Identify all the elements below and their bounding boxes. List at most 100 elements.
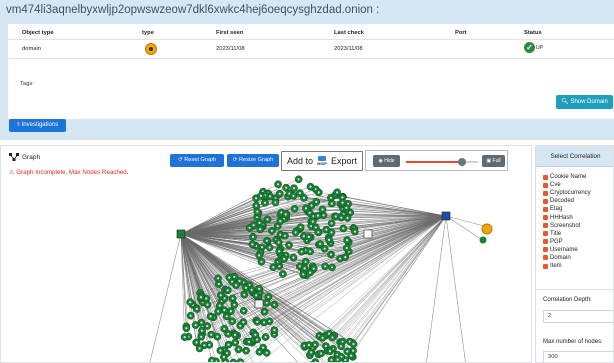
graph-node-glyph [200,329,203,332]
graph-node-glyph [250,288,253,291]
correlation-divider [536,289,613,290]
correlation-checkbox-screenshot[interactable]: Screenshot [543,222,591,230]
graph-node-glyph [308,211,311,214]
correlation-checkbox-etag[interactable]: Etag [543,205,591,213]
graph-node-glyph [225,315,228,318]
graph-node-glyph [307,235,310,238]
graph-node-glyph [263,310,266,313]
graph-node-glyph [300,250,303,253]
correlation-checkbox-title[interactable]: Title [543,230,591,238]
graph-node-glyph [258,287,261,290]
hub-node-decoded[interactable] [176,229,186,239]
onion-domain-node[interactable] [481,223,493,235]
checkbox-checked-icon[interactable] [543,247,548,253]
checkbox-checked-icon[interactable] [543,206,548,212]
add-to-label: Add to [286,156,313,166]
correlation-checkbox-domain[interactable]: Domain [543,254,591,262]
size-slider-handle[interactable] [458,158,467,166]
graph-node-glyph [244,286,248,289]
graph-node-glyph [262,321,266,324]
graph-node-glyph [264,335,267,339]
graph-node-glyph [324,345,327,348]
correlation-checkbox-hhhash[interactable]: HHHash [543,213,591,221]
hub-node-screenshot[interactable] [363,229,373,239]
graph-node-glyph [284,213,287,216]
checkbox-checked-icon[interactable] [543,239,548,245]
graph-node-glyph [195,307,198,311]
reset-graph-button[interactable]: ↺ Reset Graph [170,154,224,167]
correlation-graph[interactable] [1,146,531,362]
hub-node-domain[interactable] [441,211,451,221]
graph-node-glyph [258,350,261,353]
graph-node-glyph [260,260,263,263]
graph-node-glyph [237,348,240,351]
graph-node-glyph [346,350,349,353]
graph-node-glyph [255,197,258,200]
graph-node-glyph [309,250,312,253]
correlation-checkbox-label: Decoded [550,198,575,205]
graph-node-glyph [238,279,241,283]
graph-node-glyph [353,230,356,233]
resize-graph-button[interactable]: ⟳ Resize Graph [227,154,279,167]
column-header-status: Status [524,30,542,36]
graph-node-glyph [227,332,230,335]
checkbox-checked-icon[interactable] [543,198,548,204]
graph-node-glyph [233,275,236,278]
full-button[interactable]: ▣ Full [482,155,505,167]
correlation-depth-input[interactable]: 2 [543,310,613,323]
correlation-checkbox-label: Item [550,263,562,270]
graph-node-glyph [272,266,275,269]
graph-node-glyph [256,338,259,341]
correlation-checkbox-cookie-name[interactable]: Cookie Name [543,173,591,181]
graph-node-glyph [260,246,264,249]
correlation-checkbox-username[interactable]: Username [543,246,591,254]
graph-node-glyph [352,349,355,352]
graph-node-glyph [231,320,234,323]
graph-node-glyph [293,207,296,210]
graph-node-glyph [287,243,291,247]
graph-node-glyph [256,210,259,213]
checkbox-checked-icon[interactable] [543,223,548,229]
checkbox-checked-icon[interactable] [543,190,548,196]
graph-node-glyph [346,216,349,220]
hide-button[interactable]: ◉ Hide [373,155,400,167]
investigations-button[interactable]: ⚕ Investigations [9,119,66,132]
add-to-misp-export-button[interactable]: Add to MISP Export [281,151,363,171]
checkbox-checked-icon[interactable] [543,182,548,188]
graph-node-glyph [200,321,203,324]
investigations-label: Investigations [21,122,59,128]
correlation-checkbox-cve[interactable]: Cve [543,181,591,189]
graph-node-glyph [223,309,226,312]
show-domain-button[interactable]: 🔍︎ Show Domain [556,95,613,109]
correlation-checkbox-cryptocurrency[interactable]: Cryptocurrency [543,189,591,197]
graph-edge [445,215,482,240]
graph-node-glyph [344,358,347,362]
checkbox-checked-icon[interactable] [543,215,548,221]
graph-warning-text: Graph Incomplete, Max Nodes Reached. [16,169,129,176]
full-label: Full [492,158,501,164]
checkbox-checked-icon[interactable] [543,263,548,269]
graph-node-glyph [233,333,237,336]
resize-graph-label: Resize Graph [239,157,274,163]
graph-node-glyph [254,333,257,336]
hub-node-item[interactable] [254,299,264,309]
correlation-checkbox-decoded[interactable]: Decoded [543,197,591,205]
graph-edge [445,215,485,227]
checkbox-checked-icon[interactable] [543,255,548,261]
graph-node-glyph [313,343,317,346]
graph-node-glyph [210,333,213,336]
graph-node-glyph [310,204,313,207]
graph-node-glyph [229,310,232,313]
graph-edge [234,215,447,336]
graph-node[interactable] [479,236,487,244]
graph-node-glyph [320,352,323,355]
graph-node-glyph [259,194,263,197]
graph-node-glyph [219,294,222,297]
correlation-checkbox-pgp[interactable]: PGP [543,238,591,246]
correlation-checkbox-item[interactable]: Item [543,262,591,270]
graph-node-glyph [243,293,246,296]
max-nodes-input[interactable]: 300 [543,351,613,362]
checkbox-checked-icon[interactable] [543,231,548,237]
checkbox-checked-icon[interactable] [543,174,548,180]
graph-node-glyph [231,297,234,300]
